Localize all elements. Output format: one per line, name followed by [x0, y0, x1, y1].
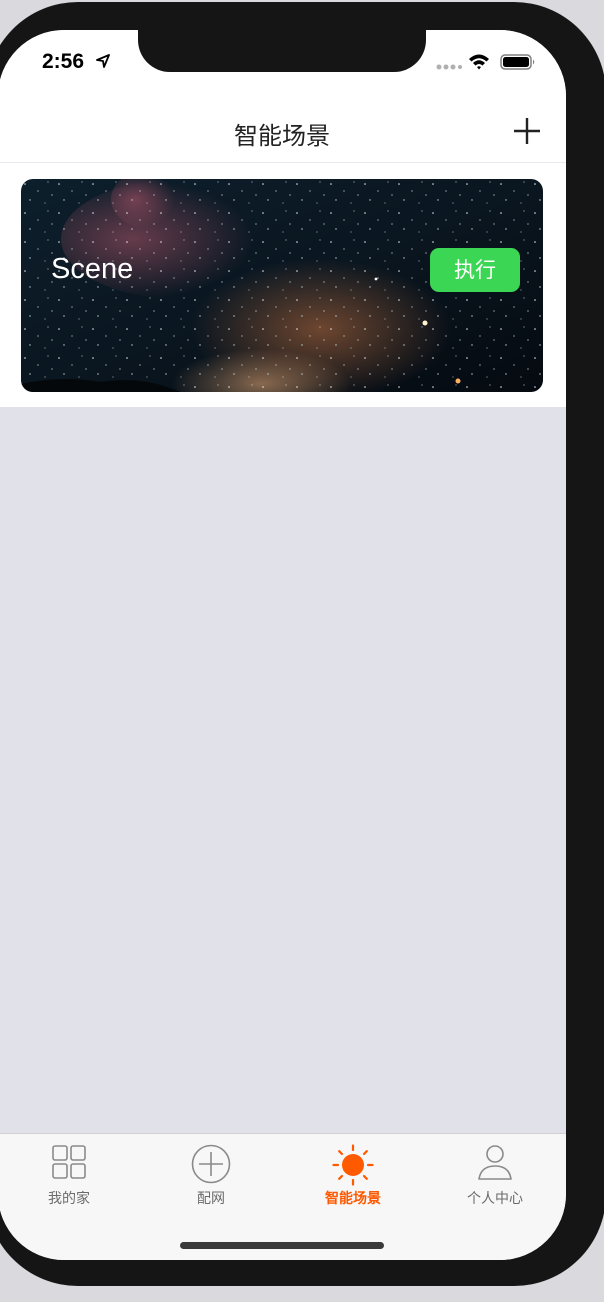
- tab-label: 我的家: [48, 1191, 90, 1207]
- grid-icon: [52, 1145, 86, 1179]
- device-frame: 2:56 智能场景 Scene 执行 我的家 配网 智能场景 个人中心: [0, 2, 604, 1286]
- circle-plus-icon: [191, 1144, 231, 1184]
- run-scene-button[interactable]: 执行: [430, 248, 520, 292]
- scene-card[interactable]: Scene 执行: [21, 179, 543, 392]
- navigation-bar: 智能场景: [0, 102, 566, 163]
- status-time: 2:56: [42, 50, 85, 73]
- screen: 2:56 智能场景 Scene 执行 我的家 配网 智能场景 个人中心: [0, 30, 566, 1260]
- tab-smart-scene[interactable]: 智能场景: [282, 1134, 424, 1224]
- status-bar: 2:56: [0, 30, 566, 90]
- signal-dots-icon: [436, 64, 462, 70]
- page-title: 智能场景: [234, 122, 330, 150]
- tab-bar: 我的家 配网 智能场景 个人中心: [0, 1133, 566, 1260]
- tab-label: 智能场景: [325, 1191, 381, 1207]
- home-indicator[interactable]: [180, 1242, 384, 1249]
- location-arrow-icon: [96, 54, 110, 68]
- tab-profile[interactable]: 个人中心: [424, 1134, 566, 1224]
- plus-icon[interactable]: [512, 116, 542, 146]
- tab-my-home[interactable]: 我的家: [0, 1134, 140, 1224]
- tab-label: 个人中心: [467, 1191, 523, 1207]
- sun-icon: [332, 1144, 374, 1186]
- scene-name: Scene: [51, 253, 134, 285]
- wifi-icon: [469, 54, 489, 70]
- person-icon: [478, 1145, 512, 1180]
- battery-icon: [500, 54, 535, 70]
- tab-label: 配网: [197, 1191, 225, 1207]
- tab-network-setup[interactable]: 配网: [140, 1134, 282, 1224]
